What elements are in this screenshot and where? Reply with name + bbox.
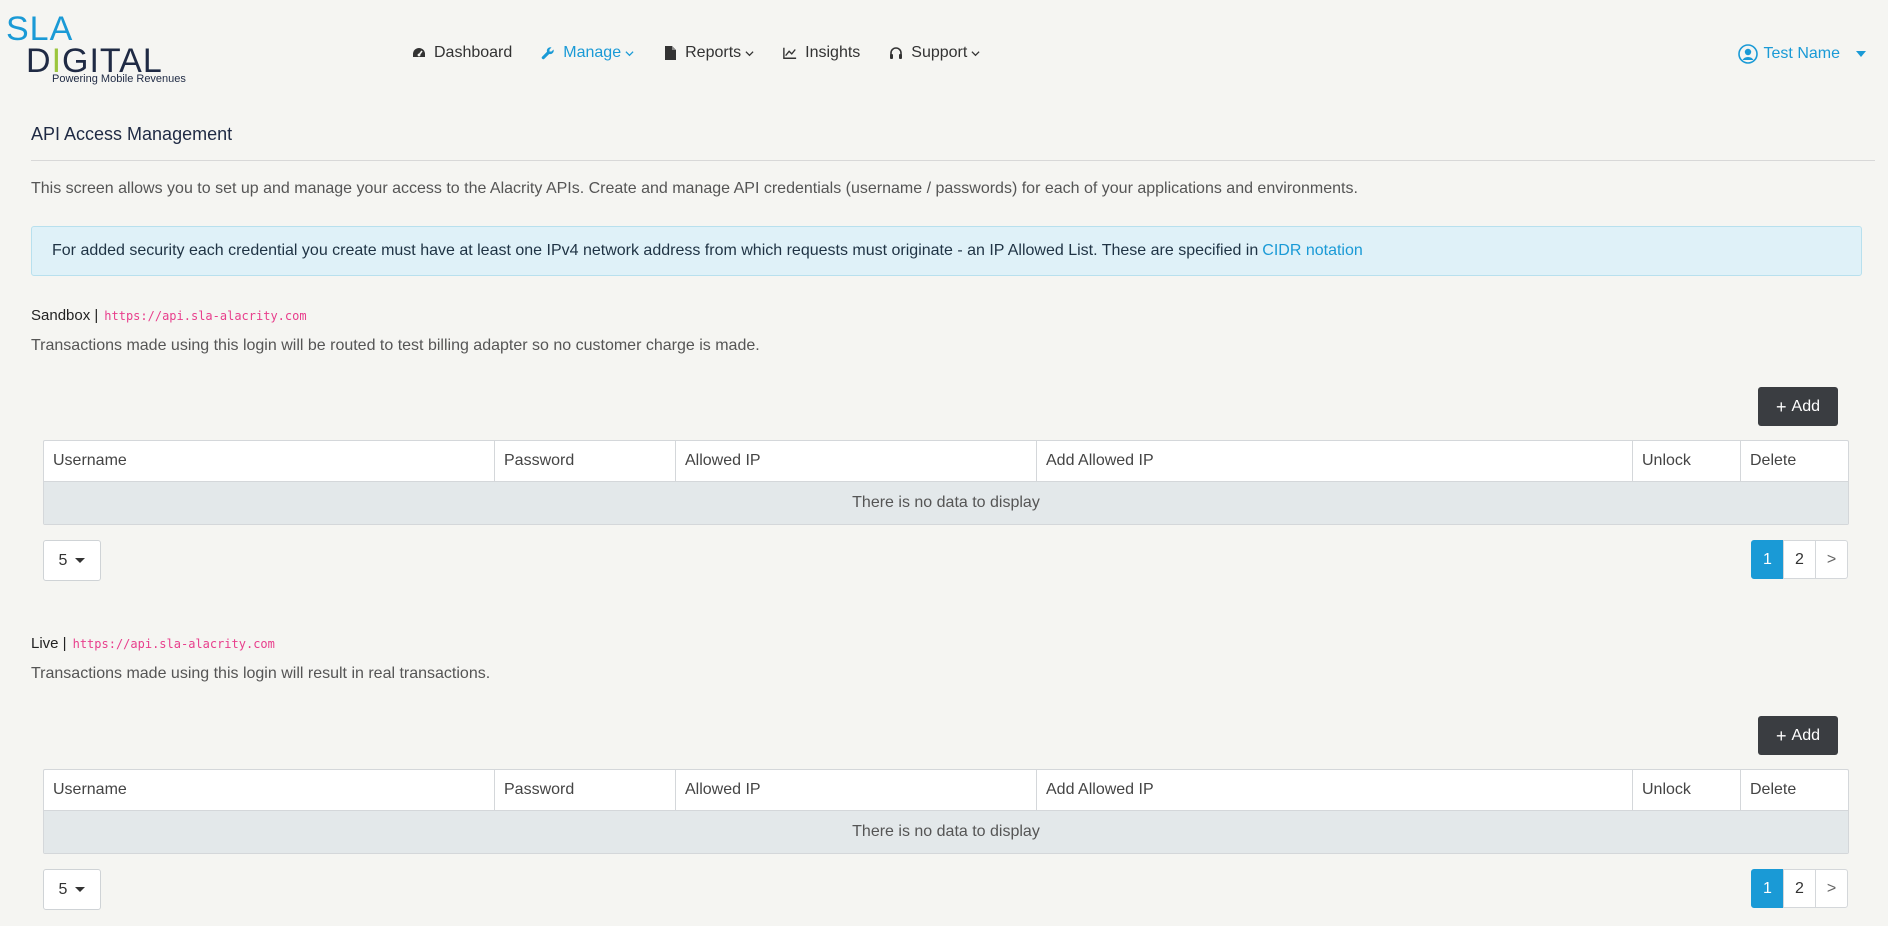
user-name: Test Name: [1763, 45, 1840, 62]
add-label: Add: [1791, 397, 1820, 415]
sandbox-section: Sandbox | https://api.sla-alacrity.com T…: [31, 307, 1882, 587]
caret-down-icon: [75, 887, 86, 892]
headset-icon: [889, 46, 903, 60]
live-description: Transactions made using this login will …: [31, 665, 491, 682]
sandbox-pagination: 1 2 >: [1751, 540, 1848, 579]
nav-dashboard[interactable]: Dashboard: [412, 44, 512, 62]
live-env-line: Live | https://api.sla-alacrity.com: [31, 635, 1882, 652]
add-label: Add: [1791, 726, 1820, 744]
security-info-alert: For added security each credential you c…: [31, 226, 1862, 276]
page-size-value: 5: [58, 880, 68, 898]
table-header: Username Password Allowed IP Add Allowed…: [44, 770, 1848, 811]
column-header-unlock[interactable]: Unlock: [1633, 441, 1741, 481]
page-title: API Access Management: [31, 124, 233, 144]
sandbox-env-line: Sandbox | https://api.sla-alacrity.com: [31, 307, 1882, 324]
top-header: SLA DIGITAL Powering Mobile Revenues Das…: [0, 0, 1888, 100]
column-header-username[interactable]: Username: [44, 441, 495, 481]
column-header-add-allowed-ip[interactable]: Add Allowed IP: [1037, 770, 1633, 810]
live-add-button[interactable]: + Add: [1758, 716, 1838, 755]
nav-manage[interactable]: Manage: [541, 44, 634, 62]
title-divider: [31, 160, 1875, 161]
column-header-unlock[interactable]: Unlock: [1633, 770, 1741, 810]
alert-text: For added security each credential you c…: [52, 242, 1259, 259]
page-2-button[interactable]: 2: [1783, 540, 1816, 579]
column-header-password[interactable]: Password: [495, 441, 676, 481]
sandbox-env-label: Sandbox |: [31, 307, 99, 324]
sandbox-description: Transactions made using this login will …: [31, 337, 760, 354]
column-header-delete[interactable]: Delete: [1741, 441, 1848, 481]
live-pagination: 1 2 >: [1751, 869, 1848, 908]
nav-insights[interactable]: Insights: [783, 44, 860, 62]
nav-manage-label: Manage: [563, 44, 622, 61]
nav-insights-label: Insights: [805, 44, 861, 61]
sla-digital-logo[interactable]: SLA DIGITAL Powering Mobile Revenues: [6, 12, 186, 90]
wrench-icon: [541, 46, 555, 60]
chevron-down-icon: [625, 50, 634, 56]
line-chart-icon: [783, 46, 797, 60]
sandbox-add-button[interactable]: + Add: [1758, 387, 1838, 426]
column-header-password[interactable]: Password: [495, 770, 676, 810]
intro-text: This screen allows you to set up and man…: [31, 180, 1358, 197]
caret-down-icon: [75, 558, 86, 563]
column-header-add-allowed-ip[interactable]: Add Allowed IP: [1037, 441, 1633, 481]
chevron-down-icon: [971, 50, 980, 56]
table-header: Username Password Allowed IP Add Allowed…: [44, 441, 1848, 482]
next-page-button[interactable]: >: [1815, 869, 1848, 908]
plus-icon: +: [1776, 396, 1787, 417]
live-page-size-select[interactable]: 5: [43, 869, 101, 910]
empty-table-message: There is no data to display: [44, 482, 1848, 524]
nav-support[interactable]: Support: [889, 44, 980, 62]
next-page-button[interactable]: >: [1815, 540, 1848, 579]
chevron-down-icon: [745, 50, 754, 56]
column-header-allowed-ip[interactable]: Allowed IP: [676, 441, 1037, 481]
live-url: https://api.sla-alacrity.com: [72, 637, 275, 651]
live-credentials-table: Username Password Allowed IP Add Allowed…: [43, 769, 1849, 854]
column-header-username[interactable]: Username: [44, 770, 495, 810]
live-env-label: Live |: [31, 635, 67, 652]
plus-icon: +: [1776, 725, 1787, 746]
sandbox-credentials-table: Username Password Allowed IP Add Allowed…: [43, 440, 1849, 525]
page-size-value: 5: [58, 551, 68, 569]
user-avatar-icon: [1737, 44, 1758, 64]
nav-support-label: Support: [911, 44, 968, 61]
column-header-allowed-ip[interactable]: Allowed IP: [676, 770, 1037, 810]
cidr-notation-link[interactable]: CIDR notation: [1262, 242, 1363, 260]
caret-down-icon: [1856, 51, 1866, 57]
live-section: Live | https://api.sla-alacrity.com Tran…: [31, 635, 1882, 915]
user-menu[interactable]: Test Name: [1737, 44, 1866, 64]
empty-table-message: There is no data to display: [44, 811, 1848, 853]
dashboard-icon: [412, 46, 426, 60]
page-1-button[interactable]: 1: [1751, 869, 1784, 908]
logo-tagline: Powering Mobile Revenues: [52, 73, 186, 85]
file-icon: [663, 46, 677, 60]
nav-reports[interactable]: Reports: [663, 44, 754, 62]
sandbox-page-size-select[interactable]: 5: [43, 540, 101, 581]
logo-sla-text: SLA: [6, 10, 74, 48]
page-1-button[interactable]: 1: [1751, 540, 1784, 579]
nav-dashboard-label: Dashboard: [434, 44, 513, 61]
page-2-button[interactable]: 2: [1783, 869, 1816, 908]
nav-reports-label: Reports: [685, 44, 742, 61]
main-nav: Dashboard Manage Reports Insights Suppor…: [412, 44, 1009, 62]
column-header-delete[interactable]: Delete: [1741, 770, 1848, 810]
sandbox-url: https://api.sla-alacrity.com: [104, 309, 307, 323]
